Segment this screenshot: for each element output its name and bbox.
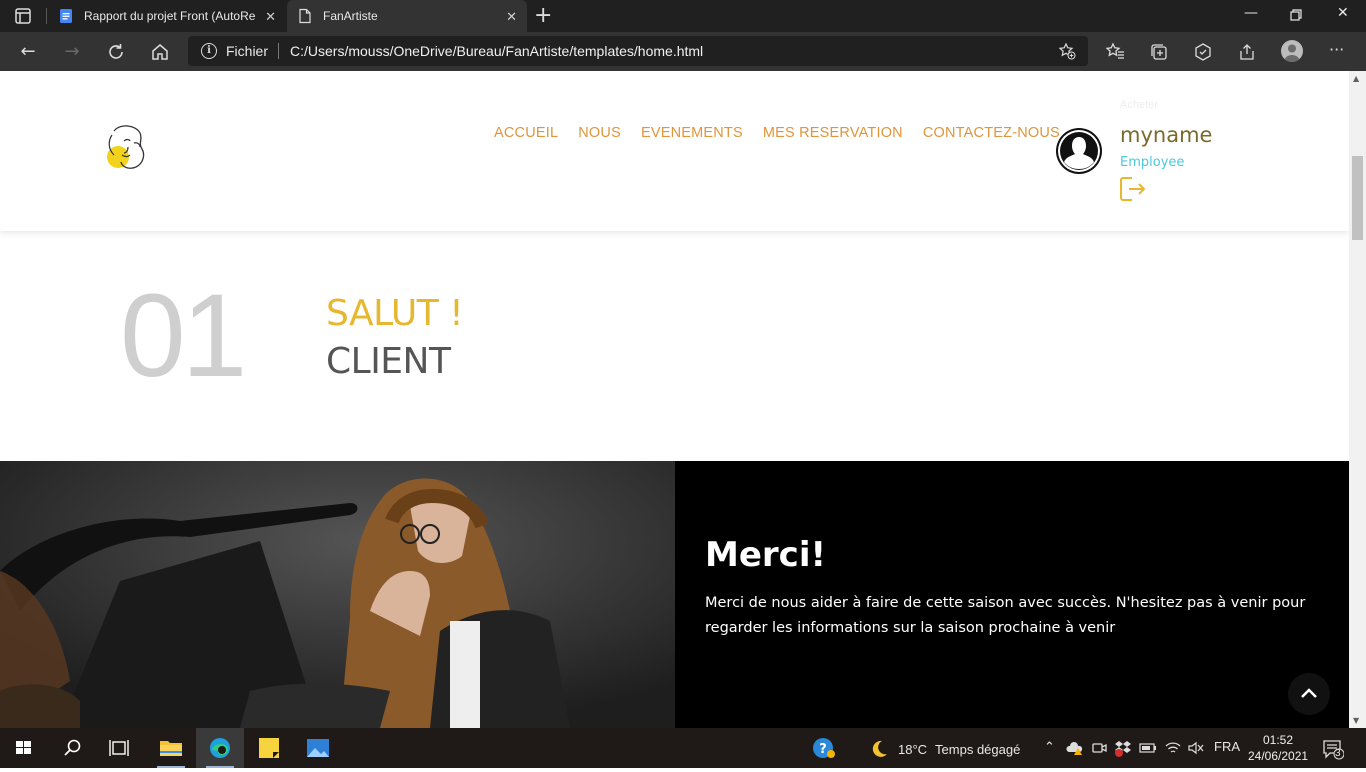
info-icon[interactable]: i [201,43,217,59]
close-tab-icon[interactable]: ✕ [506,9,517,25]
file-explorer-icon[interactable] [147,728,195,768]
back-button[interactable]: ← [17,41,39,63]
docs-icon [60,9,72,23]
faint-label: Acheter [1120,99,1158,111]
site-header: ACCUEIL NOUS EVENEMENTS MES RESERVATION … [0,71,1349,231]
menu-item-mes-reservation[interactable]: MES RESERVATION [763,125,903,141]
help-icon[interactable]: ? [812,737,836,759]
clock-time: 01:52 [1262,733,1294,747]
wifi-icon[interactable] [1164,740,1182,756]
svg-text:?: ? [819,742,827,757]
moon-icon [872,740,887,757]
meet-now-icon[interactable] [1091,740,1107,756]
page-viewport: ACCUEIL NOUS EVENEMENTS MES RESERVATION … [0,71,1349,728]
chevron-up-icon [1301,688,1317,698]
windows-taskbar: ? 18°C Temps dégagé ⌃ FRA 01:52 24/06/20… [0,728,1366,768]
scheme-label: Fichier [226,43,269,59]
main-menu: ACCUEIL NOUS EVENEMENTS MES RESERVATION … [494,125,1060,141]
close-window-button[interactable]: ✕ [1337,5,1349,21]
scroll-up-icon[interactable]: ▲ [1353,74,1359,83]
search-icon[interactable] [48,728,96,768]
greeting-title: SALUT ! [326,293,464,334]
new-tab-button[interactable]: + [534,3,552,28]
start-button[interactable] [0,728,48,768]
task-view-icon[interactable] [96,728,144,768]
sticky-notes-icon[interactable] [245,728,293,768]
menu-item-accueil[interactable]: ACCUEIL [494,125,558,141]
more-menu-icon[interactable]: ··· [1329,40,1344,59]
profile-icon[interactable] [1281,40,1303,62]
volume-muted-icon[interactable] [1187,740,1205,756]
menu-item-nous[interactable]: NOUS [578,125,621,141]
section-number: 01 [120,270,247,402]
edge-browser-icon[interactable] [196,728,244,768]
forward-button[interactable]: → [61,41,83,63]
tab-rapport[interactable]: Rapport du projet Front (AutoRe ✕ [50,0,286,32]
page-icon [299,8,311,24]
battery-icon[interactable] [1139,741,1157,755]
address-bar[interactable]: i Fichier C:/Users/mouss/OneDrive/Bureau… [188,36,1088,66]
refresh-button[interactable] [105,41,127,63]
input-language[interactable]: FRA [1214,739,1240,754]
show-hidden-icons-icon[interactable]: ⌃ [1044,739,1055,755]
site-logo[interactable] [104,121,148,173]
onedrive-warning-icon[interactable] [1066,740,1084,756]
favorites-icon[interactable] [1105,42,1125,62]
menu-item-contactez-nous[interactable]: CONTACTEZ-NOUS [923,125,1060,141]
tab-fanartiste[interactable]: FanArtiste ✕ [287,0,527,32]
photos-icon[interactable] [294,728,342,768]
thanks-text: Merci de nous aider à faire de cette sai… [705,595,1306,636]
thanks-title: Merci! [705,535,826,575]
restore-button[interactable] [1290,9,1302,21]
tab-actions-icon[interactable] [14,7,32,25]
url-text[interactable]: C:/Users/mouss/OneDrive/Bureau/FanArtist… [290,43,703,59]
user-avatar[interactable] [1056,128,1102,174]
weather-temperature: 18°C [898,741,928,757]
hero-photo [0,461,675,728]
menu-item-evenements[interactable]: EVENEMENTS [641,125,743,141]
extensions-icon[interactable] [1193,42,1213,62]
collections-icon[interactable] [1149,42,1169,62]
system-clock[interactable]: 01:52 24/06/2021 [1248,732,1308,764]
back-to-top-button[interactable] [1288,673,1330,715]
home-button[interactable] [149,41,171,63]
tab-title: Rapport du projet Front (AutoRe [84,9,256,23]
browser-tab-bar: Rapport du projet Front (AutoRe ✕ FanArt… [0,0,1366,32]
weather-widget[interactable]: 18°C Temps dégagé [868,738,1020,760]
browser-toolbar: ← → i Fichier C:/Users/mouss/OneDrive/Bu… [0,32,1366,71]
user-name: myname [1120,123,1213,147]
tab-title: FanArtiste [323,9,378,23]
minimize-button[interactable]: — [1244,5,1258,21]
thanks-panel: Merci! Merci de nous aider à faire de ce… [675,461,1349,728]
weather-condition: Temps dégagé [935,741,1021,757]
logout-icon[interactable] [1119,176,1147,202]
dropbox-icon[interactable] [1114,739,1132,757]
page-scrollbar[interactable]: ▲ ▼ [1349,71,1366,728]
clock-date: 24/06/2021 [1248,749,1309,763]
add-favorite-icon[interactable] [1058,42,1076,60]
share-icon[interactable] [1237,42,1257,62]
scrollbar-thumb[interactable] [1352,156,1363,240]
scroll-down-icon[interactable]: ▼ [1353,716,1359,725]
close-tab-icon[interactable]: ✕ [265,9,276,25]
notification-count: 3 [1335,748,1341,759]
user-role: Employee [1120,155,1185,170]
audience-title: CLIENT [326,341,451,382]
